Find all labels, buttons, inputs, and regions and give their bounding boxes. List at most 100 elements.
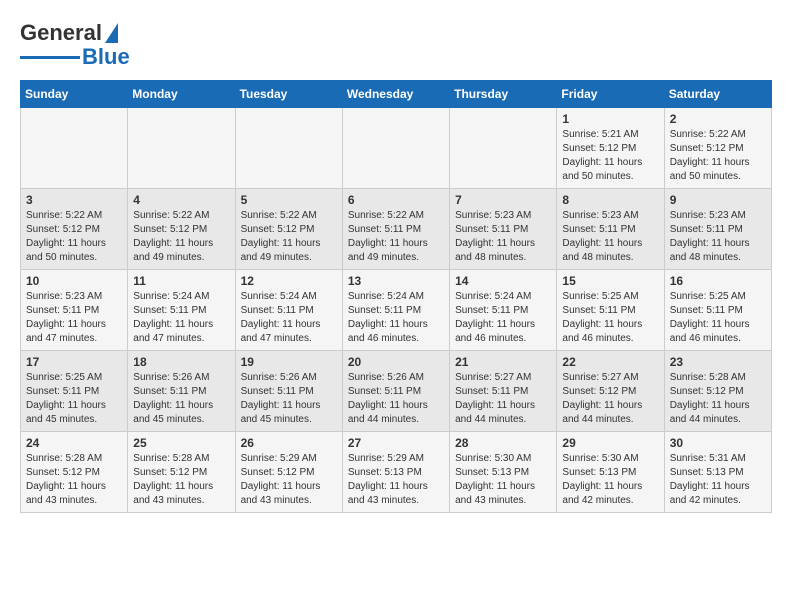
day-number: 13 [348, 274, 444, 288]
day-cell: 12 Sunrise: 5:24 AM Sunset: 5:11 PM Dayli… [235, 270, 342, 351]
day-info: Sunrise: 5:23 AM Sunset: 5:11 PM Dayligh… [562, 209, 658, 265]
day-number: 10 [26, 274, 122, 288]
day-number: 14 [455, 274, 551, 288]
week-row-2: 3 Sunrise: 5:22 AM Sunset: 5:12 PM Daylig… [21, 189, 772, 270]
day-number: 19 [241, 355, 337, 369]
day-info: Sunrise: 5:26 AM Sunset: 5:11 PM Dayligh… [348, 371, 444, 427]
header-row: SundayMondayTuesdayWednesdayThursdayFrid… [21, 81, 772, 108]
calendar-table: SundayMondayTuesdayWednesdayThursdayFrid… [20, 80, 772, 513]
day-cell: 25 Sunrise: 5:28 AM Sunset: 5:12 PM Dayli… [128, 432, 235, 513]
day-number: 8 [562, 193, 658, 207]
column-header-sunday: Sunday [21, 81, 128, 108]
day-info: Sunrise: 5:23 AM Sunset: 5:11 PM Dayligh… [26, 290, 122, 346]
day-number: 3 [26, 193, 122, 207]
day-cell: 1 Sunrise: 5:21 AM Sunset: 5:12 PM Daylig… [557, 108, 664, 189]
day-info: Sunrise: 5:24 AM Sunset: 5:11 PM Dayligh… [348, 290, 444, 346]
day-number: 26 [241, 436, 337, 450]
day-cell: 23 Sunrise: 5:28 AM Sunset: 5:12 PM Dayli… [664, 351, 771, 432]
day-cell: 28 Sunrise: 5:30 AM Sunset: 5:13 PM Dayli… [450, 432, 557, 513]
day-info: Sunrise: 5:24 AM Sunset: 5:11 PM Dayligh… [133, 290, 229, 346]
day-number: 12 [241, 274, 337, 288]
day-cell [128, 108, 235, 189]
day-info: Sunrise: 5:22 AM Sunset: 5:12 PM Dayligh… [670, 128, 766, 184]
day-cell: 18 Sunrise: 5:26 AM Sunset: 5:11 PM Dayli… [128, 351, 235, 432]
day-number: 28 [455, 436, 551, 450]
day-cell: 24 Sunrise: 5:28 AM Sunset: 5:12 PM Dayli… [21, 432, 128, 513]
day-cell: 10 Sunrise: 5:23 AM Sunset: 5:11 PM Dayli… [21, 270, 128, 351]
day-number: 15 [562, 274, 658, 288]
day-info: Sunrise: 5:25 AM Sunset: 5:11 PM Dayligh… [670, 290, 766, 346]
day-cell: 9Sunrise: 5:23 AM Sunset: 5:11 PM Daylig… [664, 189, 771, 270]
calendar-header: SundayMondayTuesdayWednesdayThursdayFrid… [21, 81, 772, 108]
day-info: Sunrise: 5:30 AM Sunset: 5:13 PM Dayligh… [562, 452, 658, 508]
day-info: Sunrise: 5:24 AM Sunset: 5:11 PM Dayligh… [241, 290, 337, 346]
day-info: Sunrise: 5:26 AM Sunset: 5:11 PM Dayligh… [241, 371, 337, 427]
day-info: Sunrise: 5:28 AM Sunset: 5:12 PM Dayligh… [26, 452, 122, 508]
day-number: 23 [670, 355, 766, 369]
day-number: 16 [670, 274, 766, 288]
day-info: Sunrise: 5:25 AM Sunset: 5:11 PM Dayligh… [26, 371, 122, 427]
day-number: 17 [26, 355, 122, 369]
day-info: Sunrise: 5:22 AM Sunset: 5:12 PM Dayligh… [241, 209, 337, 265]
week-row-3: 10 Sunrise: 5:23 AM Sunset: 5:11 PM Dayli… [21, 270, 772, 351]
day-info: Sunrise: 5:21 AM Sunset: 5:12 PM Dayligh… [562, 128, 658, 184]
day-info: Sunrise: 5:29 AM Sunset: 5:12 PM Dayligh… [241, 452, 337, 508]
day-cell: 5 Sunrise: 5:22 AM Sunset: 5:12 PM Daylig… [235, 189, 342, 270]
day-cell: 8 Sunrise: 5:23 AM Sunset: 5:11 PM Daylig… [557, 189, 664, 270]
day-info: Sunrise: 5:29 AM Sunset: 5:13 PM Dayligh… [348, 452, 444, 508]
day-cell [21, 108, 128, 189]
day-info: Sunrise: 5:27 AM Sunset: 5:12 PM Dayligh… [562, 371, 658, 427]
day-cell: 22 Sunrise: 5:27 AM Sunset: 5:12 PM Dayli… [557, 351, 664, 432]
day-cell: 21 Sunrise: 5:27 AM Sunset: 5:11 PM Dayli… [450, 351, 557, 432]
day-cell: 29 Sunrise: 5:30 AM Sunset: 5:13 PM Dayli… [557, 432, 664, 513]
day-info: Sunrise: 5:28 AM Sunset: 5:12 PM Dayligh… [670, 371, 766, 427]
day-cell: 14Sunrise: 5:24 AM Sunset: 5:11 PM Dayli… [450, 270, 557, 351]
day-cell: 27 Sunrise: 5:29 AM Sunset: 5:13 PM Dayli… [342, 432, 449, 513]
day-number: 2 [670, 112, 766, 126]
day-info: Sunrise: 5:22 AM Sunset: 5:12 PM Dayligh… [133, 209, 229, 265]
day-number: 24 [26, 436, 122, 450]
day-info: Sunrise: 5:22 AM Sunset: 5:12 PM Dayligh… [26, 209, 122, 265]
day-cell: 30 Sunrise: 5:31 AM Sunset: 5:13 PM Dayli… [664, 432, 771, 513]
day-info: Sunrise: 5:23 AM Sunset: 5:11 PM Dayligh… [455, 209, 551, 265]
column-header-thursday: Thursday [450, 81, 557, 108]
day-info: Sunrise: 5:22 AM Sunset: 5:11 PM Dayligh… [348, 209, 444, 265]
week-row-1: 1 Sunrise: 5:21 AM Sunset: 5:12 PM Daylig… [21, 108, 772, 189]
day-cell: 6 Sunrise: 5:22 AM Sunset: 5:11 PM Daylig… [342, 189, 449, 270]
day-info: Sunrise: 5:30 AM Sunset: 5:13 PM Dayligh… [455, 452, 551, 508]
day-number: 21 [455, 355, 551, 369]
day-cell: 2 Sunrise: 5:22 AM Sunset: 5:12 PM Daylig… [664, 108, 771, 189]
day-info: Sunrise: 5:26 AM Sunset: 5:11 PM Dayligh… [133, 371, 229, 427]
day-cell [342, 108, 449, 189]
day-number: 18 [133, 355, 229, 369]
day-info: Sunrise: 5:28 AM Sunset: 5:12 PM Dayligh… [133, 452, 229, 508]
day-info: Sunrise: 5:27 AM Sunset: 5:11 PM Dayligh… [455, 371, 551, 427]
day-cell: 11 Sunrise: 5:24 AM Sunset: 5:11 PM Dayli… [128, 270, 235, 351]
day-number: 22 [562, 355, 658, 369]
calendar-body: 1 Sunrise: 5:21 AM Sunset: 5:12 PM Daylig… [21, 108, 772, 513]
column-header-friday: Friday [557, 81, 664, 108]
day-cell [235, 108, 342, 189]
day-number: 1 [562, 112, 658, 126]
column-header-wednesday: Wednesday [342, 81, 449, 108]
day-number: 4 [133, 193, 229, 207]
logo-blue: Blue [82, 44, 130, 70]
week-row-4: 17 Sunrise: 5:25 AM Sunset: 5:11 PM Dayli… [21, 351, 772, 432]
day-cell: 4 Sunrise: 5:22 AM Sunset: 5:12 PM Daylig… [128, 189, 235, 270]
day-number: 25 [133, 436, 229, 450]
day-cell: 16 Sunrise: 5:25 AM Sunset: 5:11 PM Dayli… [664, 270, 771, 351]
day-cell: 13 Sunrise: 5:24 AM Sunset: 5:11 PM Dayli… [342, 270, 449, 351]
day-info: Sunrise: 5:31 AM Sunset: 5:13 PM Dayligh… [670, 452, 766, 508]
column-header-saturday: Saturday [664, 81, 771, 108]
week-row-5: 24 Sunrise: 5:28 AM Sunset: 5:12 PM Dayli… [21, 432, 772, 513]
column-header-monday: Monday [128, 81, 235, 108]
day-number: 6 [348, 193, 444, 207]
day-number: 30 [670, 436, 766, 450]
day-info: Sunrise: 5:23 AM Sunset: 5:11 PM Dayligh… [670, 209, 766, 265]
day-number: 5 [241, 193, 337, 207]
day-number: 29 [562, 436, 658, 450]
day-number: 11 [133, 274, 229, 288]
day-cell: 26 Sunrise: 5:29 AM Sunset: 5:12 PM Dayli… [235, 432, 342, 513]
page-header: General Blue [20, 20, 772, 70]
day-number: 27 [348, 436, 444, 450]
